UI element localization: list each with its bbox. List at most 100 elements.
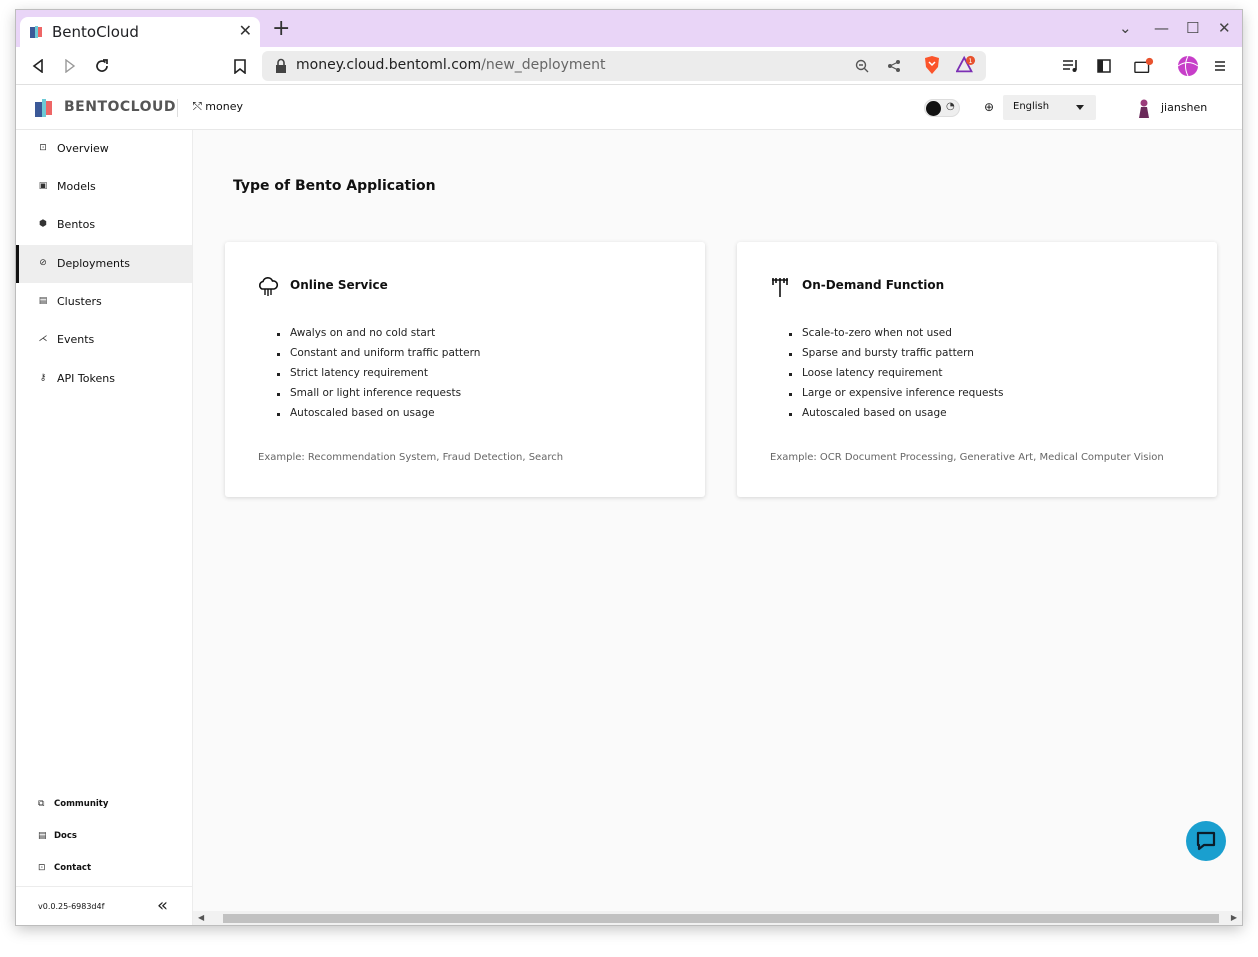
- list-item: Strict latency requirement: [276, 367, 480, 387]
- light-mode-icon: [926, 101, 941, 116]
- sidebar-item-label: API Tokens: [57, 372, 115, 385]
- forward-icon[interactable]: [60, 56, 80, 76]
- logo-text[interactable]: BENTOCLOUD: [64, 99, 176, 115]
- tab-search-chevron-icon[interactable]: ⌄: [1119, 19, 1132, 37]
- clusters-icon: ▤: [38, 296, 48, 306]
- sidebar-item-clusters[interactable]: ▤ Clusters: [16, 283, 192, 321]
- tab-close-icon[interactable]: ✕: [239, 21, 252, 40]
- sidebar-item-label: Deployments: [57, 257, 131, 270]
- deployments-icon: ⊘: [39, 258, 47, 268]
- feature-list: Awalys on and no cold start Constant and…: [276, 327, 480, 427]
- language-select[interactable]: English: [1003, 95, 1096, 120]
- api-tokens-icon: ⚷: [39, 373, 47, 383]
- tab-title: BentoCloud: [52, 23, 139, 41]
- events-icon: ⋌: [38, 334, 48, 344]
- dark-mode-icon: ◔: [946, 101, 955, 112]
- app-header: BENTOCLOUD ⤲ money ◔ ⊕ English jianshen: [16, 85, 1242, 130]
- new-tab-button[interactable]: +: [272, 18, 290, 40]
- feature-list: Scale-to-zero when not used Sparse and b…: [789, 327, 1004, 427]
- collapse-sidebar-icon[interactable]: «: [157, 895, 168, 916]
- version-label: v0.0.25-6983d4f: [38, 902, 105, 911]
- browser-window: BentoCloud ✕ + ⌄ — ☐ ✕ money.cloud.bento…: [16, 10, 1242, 925]
- user-avatar[interactable]: [1137, 98, 1151, 118]
- overview-icon: ⊡: [39, 143, 47, 153]
- tab-strip: BentoCloud ✕ + ⌄ — ☐ ✕: [16, 10, 1242, 47]
- footer-link-label: Docs: [54, 831, 77, 841]
- list-item: Sparse and bursty traffic pattern: [789, 347, 1004, 367]
- wallet-icon[interactable]: [1134, 56, 1154, 76]
- list-item: Scale-to-zero when not used: [789, 327, 1004, 347]
- community-icon: ⧉: [38, 799, 45, 809]
- list-item: Awalys on and no cold start: [276, 327, 480, 347]
- sidebar-link-contact[interactable]: ⊡ Contact: [16, 857, 192, 881]
- org-switcher[interactable]: ⤲ money: [193, 100, 243, 114]
- reload-icon[interactable]: [92, 56, 112, 76]
- theme-toggle[interactable]: ◔: [924, 99, 960, 117]
- list-item: Autoscaled based on usage: [789, 407, 1004, 427]
- menu-icon[interactable]: [1210, 56, 1230, 76]
- org-icon: ⤲: [193, 100, 206, 113]
- url-path: /new_deployment: [481, 57, 606, 73]
- bentos-icon: ⬢: [39, 219, 47, 229]
- sidebar-item-label: Events: [57, 333, 95, 346]
- sidebar-item-bentos[interactable]: ⬢ Bentos: [16, 206, 192, 244]
- sidebar-item-deployments[interactable]: ⊘ Deployments: [16, 245, 192, 283]
- scroll-left-arrow-icon[interactable]: ◀: [198, 913, 204, 922]
- back-icon[interactable]: [28, 56, 48, 76]
- sidebar: ⊡ Overview ▣ Models ⬢ Bentos ⊘ Deploymen…: [16, 130, 193, 925]
- sidebar-item-models[interactable]: ▣ Models: [16, 168, 192, 206]
- sidebar-item-events[interactable]: ⋌ Events: [16, 321, 192, 359]
- close-window-button[interactable]: ✕: [1218, 19, 1231, 37]
- footer-link-label: Contact: [54, 863, 92, 873]
- page-title: Type of Bento Application: [233, 178, 436, 194]
- share-icon[interactable]: [884, 56, 904, 76]
- list-item: Small or light inference requests: [276, 387, 480, 407]
- org-name: money: [205, 100, 243, 113]
- list-item: Large or expensive inference requests: [789, 387, 1004, 407]
- brave-shields-icon[interactable]: [922, 55, 942, 75]
- sidebar-item-api-tokens[interactable]: ⚷ API Tokens: [16, 360, 192, 398]
- zoom-out-icon[interactable]: [852, 56, 872, 76]
- card-title: On-Demand Function: [802, 278, 945, 292]
- cloud-icon: [259, 277, 279, 296]
- contact-icon: ⊡: [38, 863, 46, 873]
- footer-link-label: Community: [54, 799, 109, 809]
- list-item: Constant and uniform traffic pattern: [276, 347, 480, 367]
- lock-icon: [276, 58, 286, 73]
- sidebar-link-community[interactable]: ⧉ Community: [16, 793, 192, 817]
- support-chat-button[interactable]: [1186, 821, 1226, 861]
- sidebar-footer: v0.0.25-6983d4f «: [16, 886, 192, 925]
- scroll-right-arrow-icon[interactable]: ▶: [1231, 913, 1237, 922]
- sidebar-link-docs[interactable]: ▤ Docs: [16, 825, 192, 849]
- address-bar[interactable]: money.cloud.bentoml.com/new_deployment 1: [262, 51, 986, 81]
- user-name[interactable]: jianshen: [1161, 101, 1207, 114]
- sidebar-item-overview[interactable]: ⊡ Overview: [16, 130, 192, 168]
- sidebar-item-label: Models: [57, 180, 96, 193]
- header-divider: [177, 99, 178, 117]
- bentocloud-logo-icon[interactable]: [34, 97, 54, 119]
- function-icon: [772, 278, 788, 297]
- chat-icon: [1196, 831, 1216, 851]
- browser-tab[interactable]: BentoCloud ✕: [20, 17, 260, 47]
- online-service-card[interactable]: Online Service Awalys on and no cold sta…: [225, 242, 705, 497]
- media-queue-icon[interactable]: [1061, 56, 1081, 76]
- url-text: money.cloud.bentoml.com/new_deployment: [296, 57, 606, 73]
- bookmark-icon[interactable]: [230, 56, 250, 76]
- sidebar-toggle-icon[interactable]: [1094, 56, 1114, 76]
- language-label: English: [1013, 101, 1050, 112]
- horizontal-scrollbar[interactable]: ◀ ▶: [193, 911, 1242, 925]
- models-icon: ▣: [38, 181, 48, 191]
- notification-badge: 1: [969, 58, 973, 65]
- minimize-button[interactable]: —: [1154, 19, 1169, 37]
- profile-avatar[interactable]: [1176, 54, 1200, 78]
- brave-rewards-icon[interactable]: 1: [956, 55, 976, 75]
- list-item: Autoscaled based on usage: [276, 407, 480, 427]
- globe-icon: ⊕: [984, 100, 995, 114]
- list-item: Loose latency requirement: [789, 367, 1004, 387]
- sidebar-item-label: Bentos: [57, 218, 96, 231]
- on-demand-function-card[interactable]: On-Demand Function Scale-to-zero when no…: [737, 242, 1217, 497]
- browser-toolbar: money.cloud.bentoml.com/new_deployment 1: [16, 47, 1242, 85]
- scrollbar-thumb[interactable]: [223, 914, 1219, 923]
- maximize-button[interactable]: ☐: [1186, 19, 1199, 37]
- bentocloud-favicon-icon: [30, 26, 42, 38]
